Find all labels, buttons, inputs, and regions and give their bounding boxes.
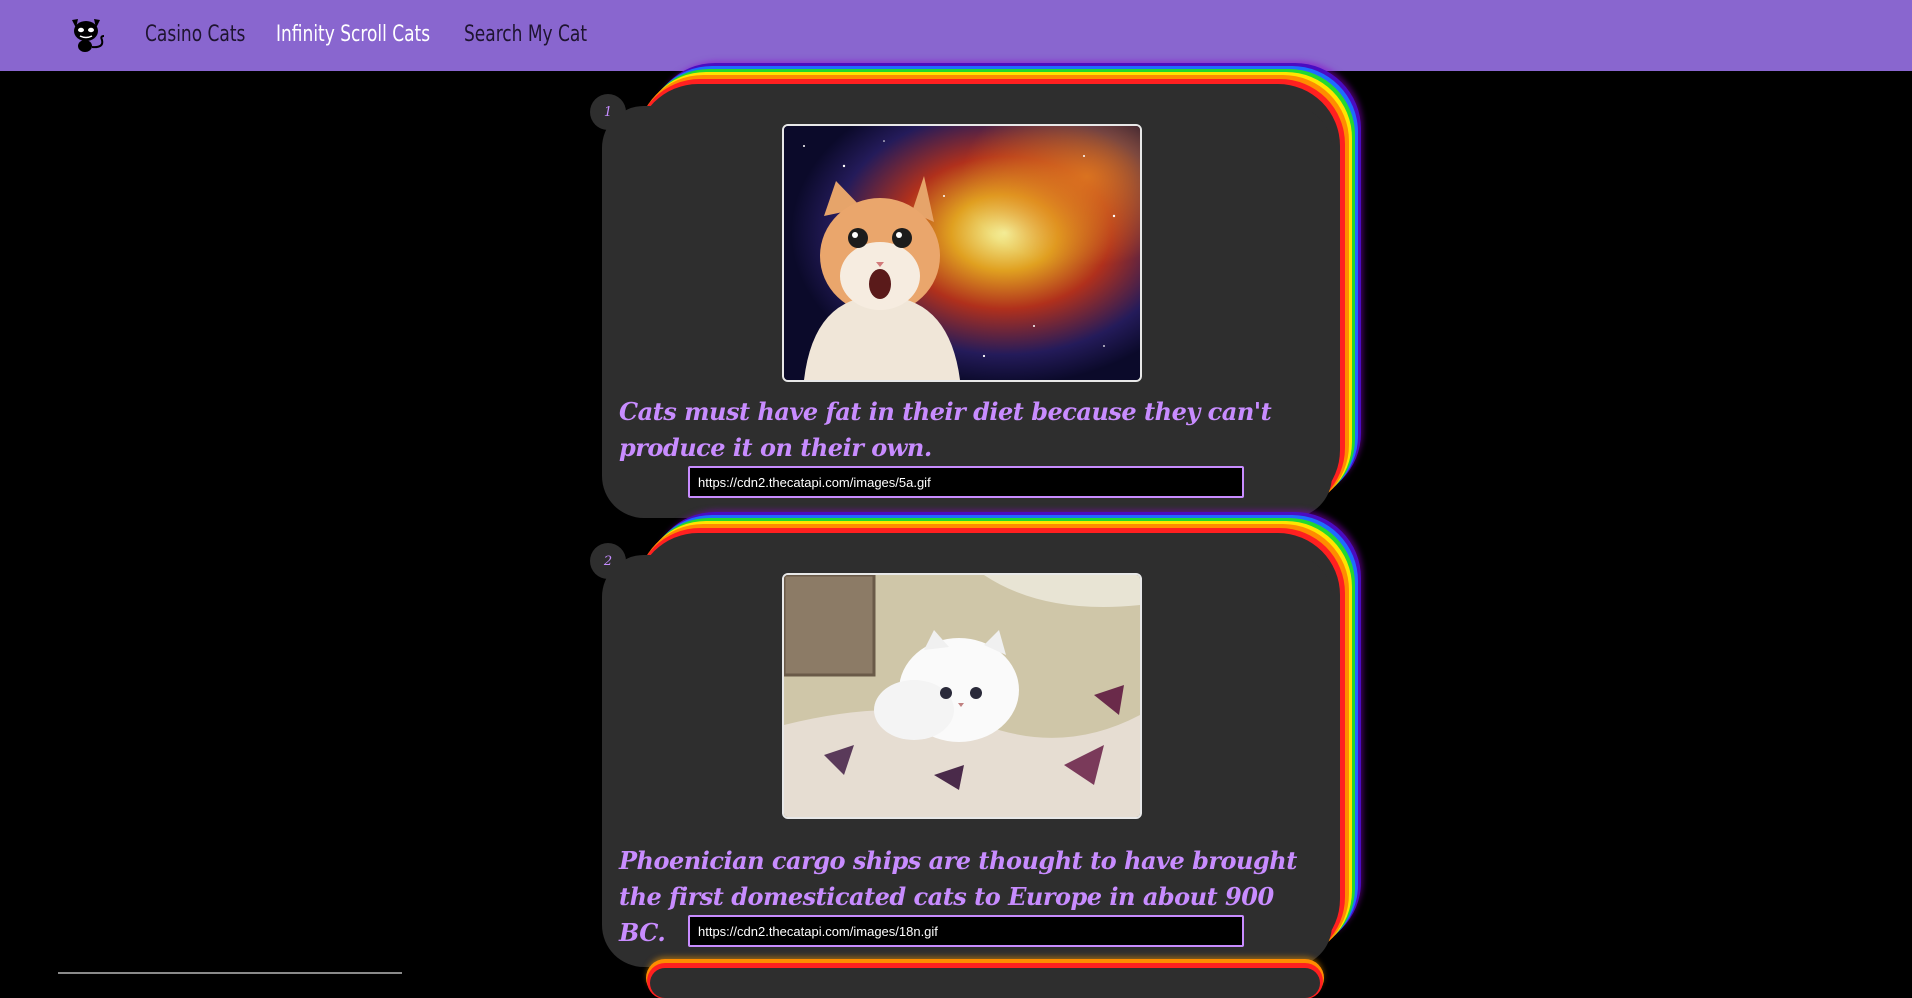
cat-card: 1 Cats must have fat in their diet becau… <box>590 84 1342 546</box>
card-body: 1 Cats must have fat in their diet becau… <box>590 94 1332 518</box>
cat-image <box>782 124 1142 382</box>
next-card-peek <box>650 968 1320 998</box>
cat-card: 2 Phoenician cargo ships are thought to … <box>590 533 1342 995</box>
cat-image <box>782 573 1142 819</box>
top-navbar: Casino Cats Infinity Scroll Cats Search … <box>0 0 1912 71</box>
cat-fact-text: Cats must have fat in their diet because… <box>619 397 1272 462</box>
cat-logo-icon[interactable] <box>66 14 108 54</box>
image-url-field[interactable] <box>688 915 1244 947</box>
card-number-badge: 1 <box>590 94 626 130</box>
horizontal-scrollbar[interactable] <box>58 972 402 974</box>
nav-link-casino-cats[interactable]: Casino Cats <box>145 18 245 52</box>
image-url-field[interactable] <box>688 466 1244 498</box>
nav-link-infinity-scroll-cats[interactable]: Infinity Scroll Cats <box>276 18 430 52</box>
card-body: 2 Phoenician cargo ships are thought to … <box>590 543 1332 967</box>
nav-link-search-my-cat[interactable]: Search My Cat <box>464 18 587 52</box>
card-number-badge: 2 <box>590 543 626 579</box>
